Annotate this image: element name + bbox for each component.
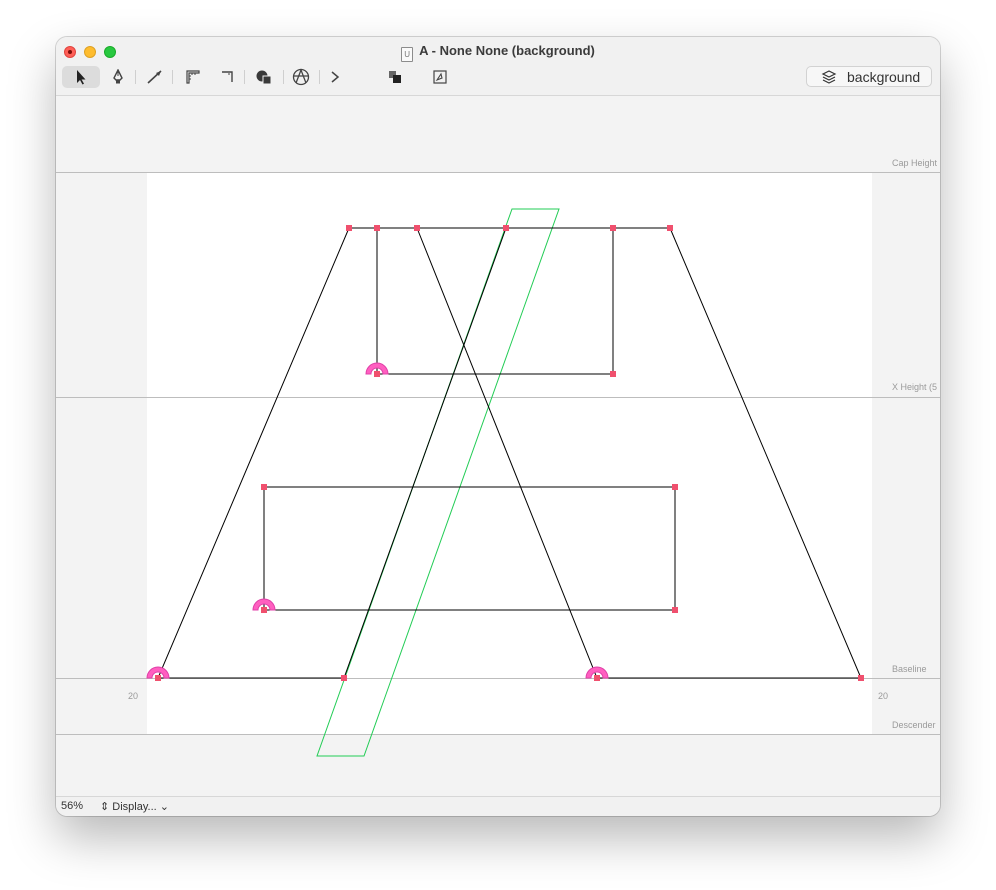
arrow-cursor-icon: [77, 70, 86, 85]
titlebar: U A - None None (background) background: [56, 37, 940, 96]
measure-tool-button[interactable]: [182, 66, 204, 88]
anchors-tool-button[interactable]: [290, 66, 312, 88]
display-menu[interactable]: ⇕ Display... ⌄: [100, 800, 169, 813]
up-down-chevron-icon: ⇕: [100, 801, 110, 813]
on-curve-nodes: [155, 225, 864, 681]
layer-button[interactable]: background: [806, 66, 932, 87]
editor-window: U A - None None (background) background C…: [56, 37, 940, 816]
more-tools-button[interactable]: [326, 66, 344, 88]
layers-icon: [821, 69, 837, 84]
status-bar: 56% ⇕ Display... ⌄: [56, 796, 940, 816]
component-outline: [316, 208, 560, 757]
glyph-canvas[interactable]: Cap Height X Height (5 Baseline Descende…: [56, 96, 940, 796]
knife-tool-button[interactable]: [144, 66, 166, 88]
node[interactable]: [672, 484, 678, 490]
corner-tool-button[interactable]: [216, 66, 238, 88]
node[interactable]: [261, 607, 267, 613]
node[interactable]: [346, 225, 352, 231]
window-title-text: A - None None (background): [419, 43, 595, 58]
toolbar-separator: [135, 70, 136, 84]
node[interactable]: [672, 607, 678, 613]
pen-tool-button[interactable]: [108, 66, 128, 88]
node[interactable]: [374, 225, 380, 231]
node[interactable]: [610, 225, 616, 231]
transform-button[interactable]: [429, 66, 451, 88]
document-icon: U: [401, 47, 414, 62]
layer-button-label: background: [847, 68, 921, 85]
corner-icon: [222, 71, 233, 82]
pen-icon: [113, 69, 123, 84]
upper-rectangle-contour: [376, 227, 614, 375]
zoom-level[interactable]: 56%: [61, 800, 83, 812]
node[interactable]: [667, 225, 673, 231]
glyph-outline: [146, 208, 864, 757]
node[interactable]: [610, 371, 616, 377]
anchor-glyph-icon: [292, 68, 310, 86]
toolbar-separator: [244, 70, 245, 84]
ruler-icon: [186, 70, 200, 84]
select-tool-button[interactable]: [62, 66, 100, 88]
chevron-down-icon: ⌄: [159, 801, 169, 813]
node[interactable]: [858, 675, 864, 681]
display-menu-label: Display...: [112, 801, 157, 813]
node[interactable]: [341, 675, 347, 681]
shapes-tool-button[interactable]: [253, 66, 275, 88]
toolbar-separator: [172, 70, 173, 84]
crossbar-contour: [263, 486, 676, 611]
shapes-icon: [256, 70, 272, 85]
components-button[interactable]: [384, 66, 406, 88]
knife-icon: [147, 70, 162, 84]
transform-icon: [433, 70, 447, 84]
node[interactable]: [261, 484, 267, 490]
start-point-markers: [146, 362, 609, 679]
toolbar-separator: [283, 70, 284, 84]
node[interactable]: [414, 225, 420, 231]
node[interactable]: [155, 675, 161, 681]
node[interactable]: [503, 225, 509, 231]
components-icon: [389, 71, 401, 83]
toolbar-separator: [319, 70, 320, 84]
chevron-right-icon: [331, 71, 340, 83]
window-title: U A - None None (background): [56, 43, 940, 62]
node[interactable]: [594, 675, 600, 681]
node[interactable]: [374, 371, 380, 377]
